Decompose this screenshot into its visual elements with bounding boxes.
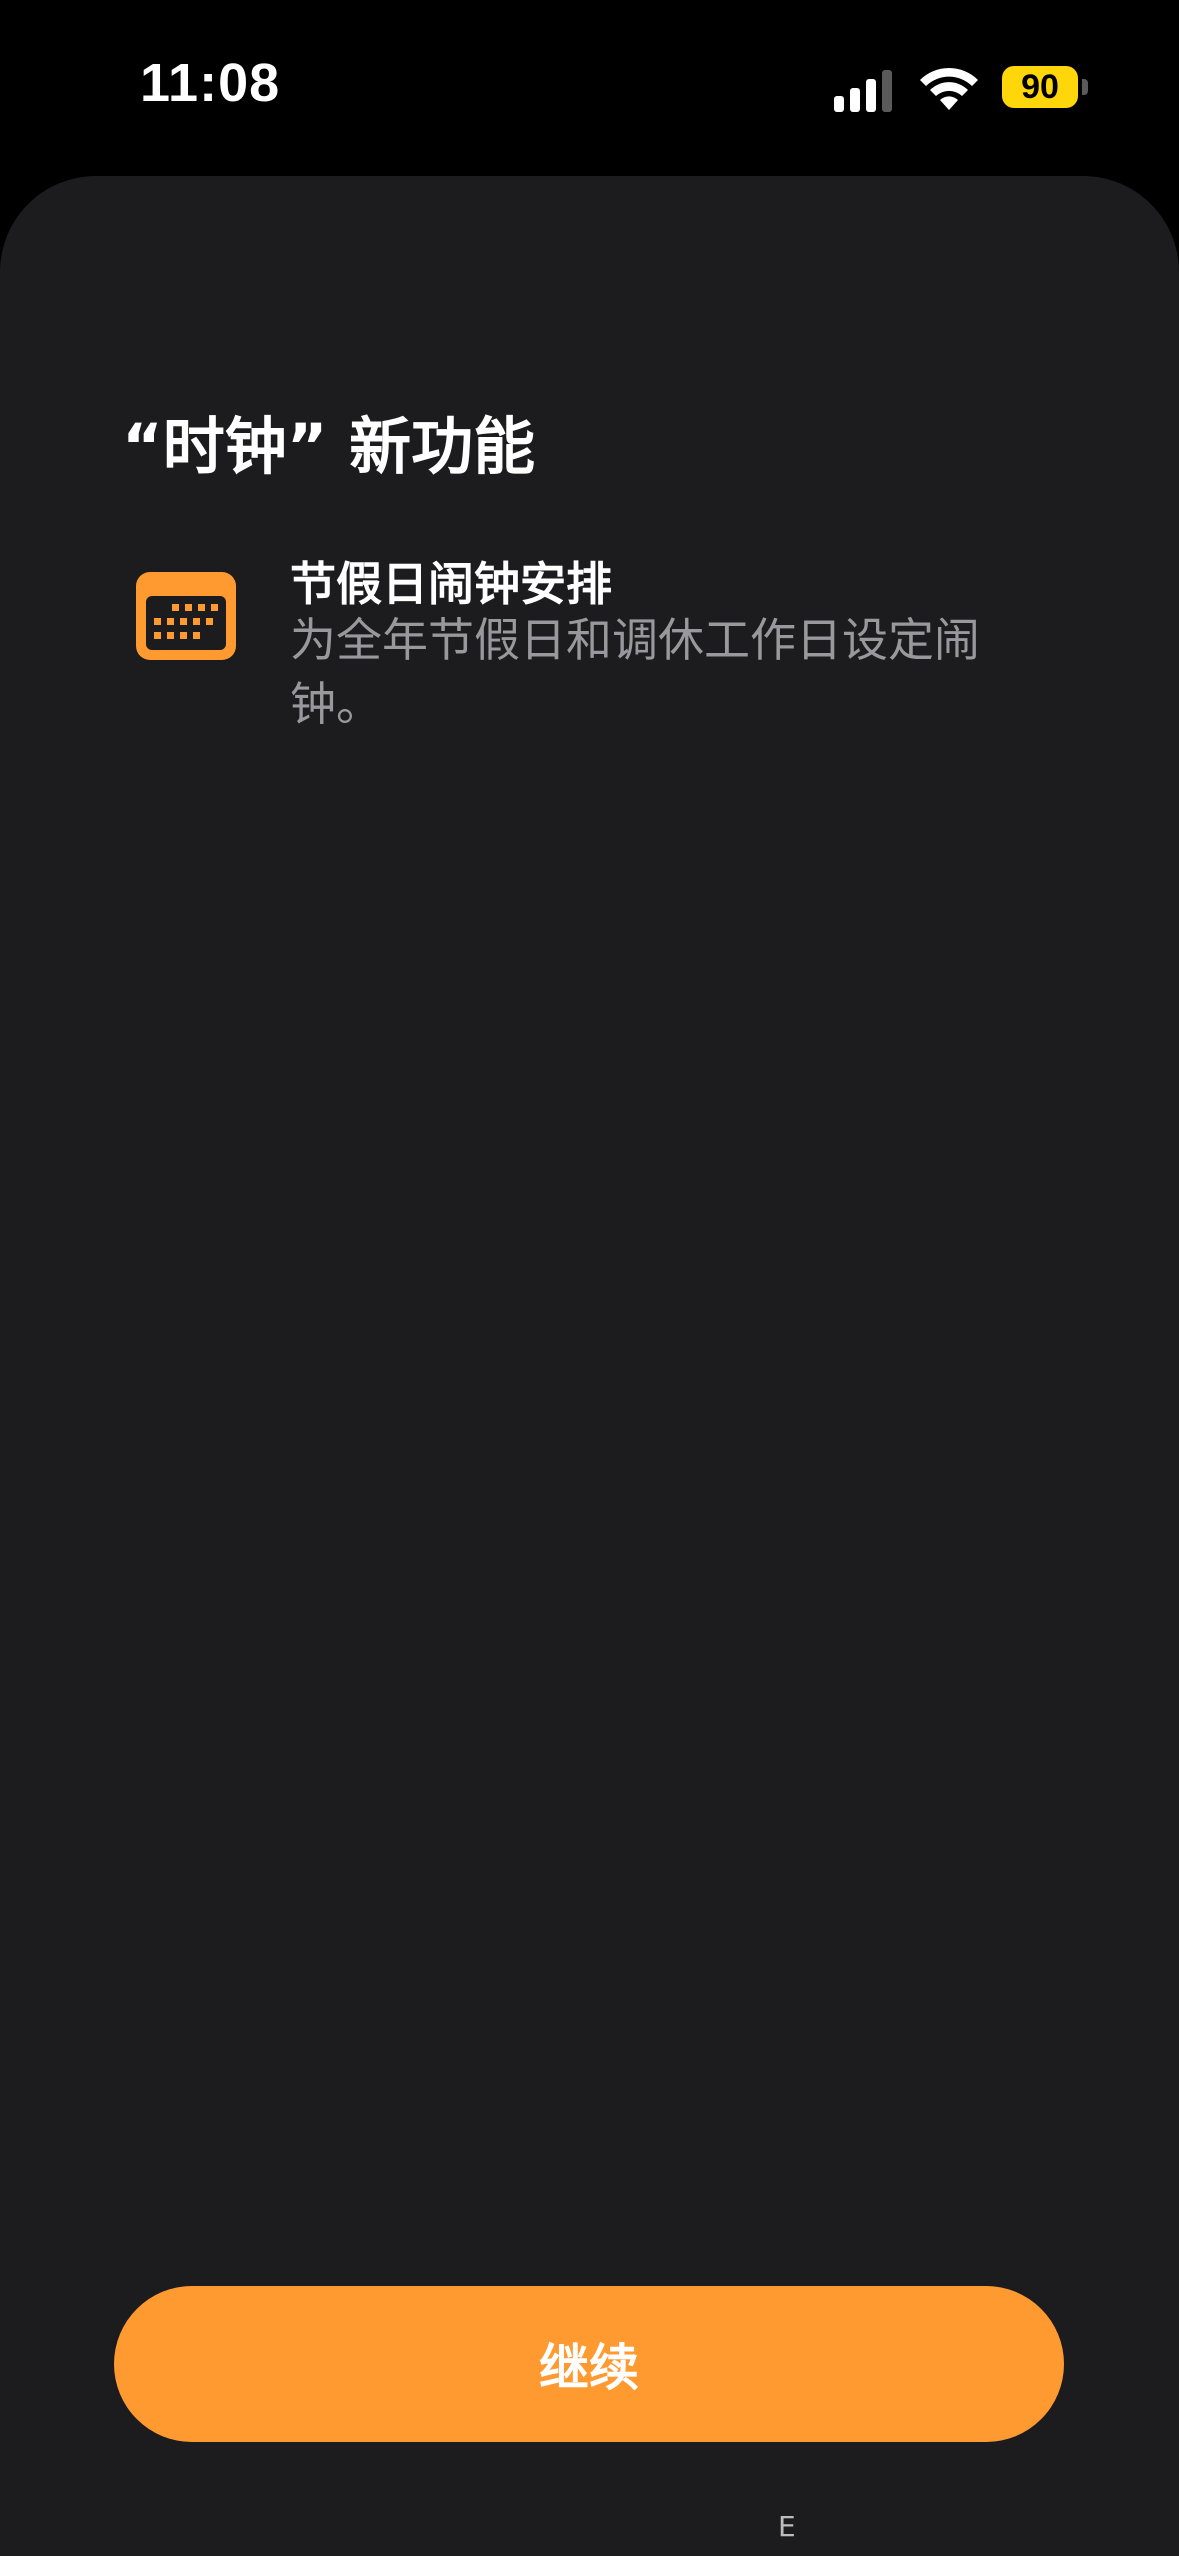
sheet-title: “时钟” 新功能	[122, 410, 536, 483]
status-bar: 11:08 90	[0, 0, 1179, 176]
whats-new-sheet: “时钟” 新功能 节假日闹钟安排 为全年节假日和调休工作日设定闹钟。 继续	[0, 176, 1179, 2556]
wifi-icon	[920, 67, 978, 110]
status-time: 11:08	[140, 53, 281, 113]
bottom-partial-text: E	[778, 2510, 796, 2543]
feature-description: 为全年节假日和调休工作日设定闹钟。	[290, 613, 980, 731]
continue-button[interactable]: 继续	[114, 2286, 1064, 2442]
feature-title: 节假日闹钟安排	[290, 557, 612, 611]
battery-level: 90	[1002, 66, 1078, 108]
cellular-signal-icon	[834, 70, 892, 112]
battery-cap	[1082, 79, 1088, 95]
calendar-icon	[136, 572, 236, 660]
battery-indicator: 90	[1002, 66, 1088, 108]
